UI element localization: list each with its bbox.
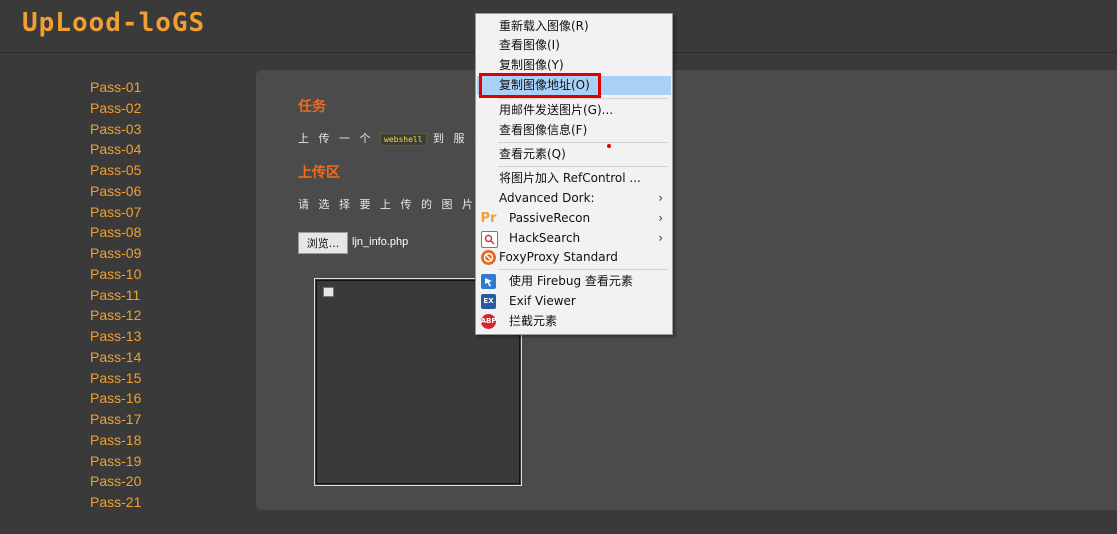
sidebar-item-pass-16[interactable]: Pass-16 <box>90 388 141 409</box>
menu-separator <box>498 166 668 167</box>
menu-item-passiverecon[interactable]: Pr PassiveRecon › <box>477 209 671 228</box>
sidebar-item-pass-17[interactable]: Pass-17 <box>90 409 141 430</box>
sidebar-item-pass-06[interactable]: Pass-06 <box>90 181 141 202</box>
sidebar-item-pass-02[interactable]: Pass-02 <box>90 98 141 119</box>
sidebar-item-pass-04[interactable]: Pass-04 <box>90 139 141 160</box>
annotation-red-dot <box>607 144 611 148</box>
submenu-arrow-icon: › <box>658 231 663 245</box>
selected-file-name: ljn_info.php <box>352 236 409 248</box>
menu-item-reload-image[interactable]: 重新载入图像(R) <box>477 17 671 36</box>
upload-prompt: 请 选 择 要 上 传 的 图 片 ： <box>298 198 497 211</box>
menu-separator <box>498 142 668 143</box>
context-menu: 重新载入图像(R) 查看图像(I) 复制图像(Y) 复制图像地址(O) 用邮件发… <box>475 13 673 335</box>
menu-item-foxyproxy[interactable]: FoxyProxy Standard <box>477 248 671 267</box>
sidebar-nav: Pass-01 Pass-02 Pass-03 Pass-04 Pass-05 … <box>90 77 141 513</box>
menu-item-advanced-dork[interactable]: Advanced Dork: › <box>477 189 671 208</box>
sidebar-item-pass-21[interactable]: Pass-21 <box>90 492 141 513</box>
menu-item-block-element[interactable]: ABP 拦截元素 <box>477 312 671 331</box>
task-title: 任务 <box>298 99 326 115</box>
menu-item-refcontrol[interactable]: 将图片加入 RefControl ... <box>477 169 671 188</box>
sidebar-item-pass-20[interactable]: Pass-20 <box>90 471 141 492</box>
upload-title: 上传区 <box>298 165 340 181</box>
sidebar-item-pass-15[interactable]: Pass-15 <box>90 368 141 389</box>
sidebar-item-pass-12[interactable]: Pass-12 <box>90 305 141 326</box>
menu-item-view-image[interactable]: 查看图像(I) <box>477 36 671 55</box>
hacksearch-icon <box>481 231 498 248</box>
passiverecon-icon: Pr <box>480 211 497 226</box>
submenu-arrow-icon: › <box>658 191 663 205</box>
sidebar-item-pass-08[interactable]: Pass-08 <box>90 222 141 243</box>
sidebar-item-pass-19[interactable]: Pass-19 <box>90 451 141 472</box>
foxyproxy-icon <box>481 250 496 265</box>
sidebar-item-pass-14[interactable]: Pass-14 <box>90 347 141 368</box>
sidebar-item-pass-10[interactable]: Pass-10 <box>90 264 141 285</box>
task-desc-prefix: 上 传 一 个 <box>298 132 374 145</box>
submenu-arrow-icon: › <box>658 211 663 225</box>
menu-item-email-image[interactable]: 用邮件发送图片(G)... <box>477 101 671 120</box>
sidebar-item-pass-05[interactable]: Pass-05 <box>90 160 141 181</box>
menu-separator <box>498 98 668 99</box>
menu-item-view-image-info[interactable]: 查看图像信息(F) <box>477 121 671 140</box>
browse-button[interactable]: 浏览... <box>298 232 348 254</box>
sidebar-item-pass-03[interactable]: Pass-03 <box>90 119 141 140</box>
menu-separator <box>498 269 668 270</box>
sidebar-item-pass-18[interactable]: Pass-18 <box>90 430 141 451</box>
exif-icon: EX <box>481 294 496 309</box>
adblock-icon: ABP <box>481 314 496 329</box>
annotation-highlight-box <box>479 73 601 98</box>
menu-item-hacksearch[interactable]: HackSearch › <box>477 229 671 248</box>
sidebar-item-pass-01[interactable]: Pass-01 <box>90 77 141 98</box>
menu-item-exif-viewer[interactable]: EX Exif Viewer <box>477 292 671 311</box>
broken-image-icon <box>323 287 334 297</box>
menu-item-inspect-element[interactable]: 查看元素(Q) <box>477 145 671 164</box>
firebug-icon <box>481 274 496 289</box>
sidebar-item-pass-07[interactable]: Pass-07 <box>90 202 141 223</box>
menu-item-firebug[interactable]: 使用 Firebug 查看元素 <box>477 272 671 291</box>
site-logo[interactable]: UpLood-loGS <box>22 8 205 38</box>
sidebar-item-pass-09[interactable]: Pass-09 <box>90 243 141 264</box>
sidebar-item-pass-11[interactable]: Pass-11 <box>90 285 141 306</box>
sidebar-item-pass-13[interactable]: Pass-13 <box>90 326 141 347</box>
webshell-code: webshell <box>380 133 427 146</box>
